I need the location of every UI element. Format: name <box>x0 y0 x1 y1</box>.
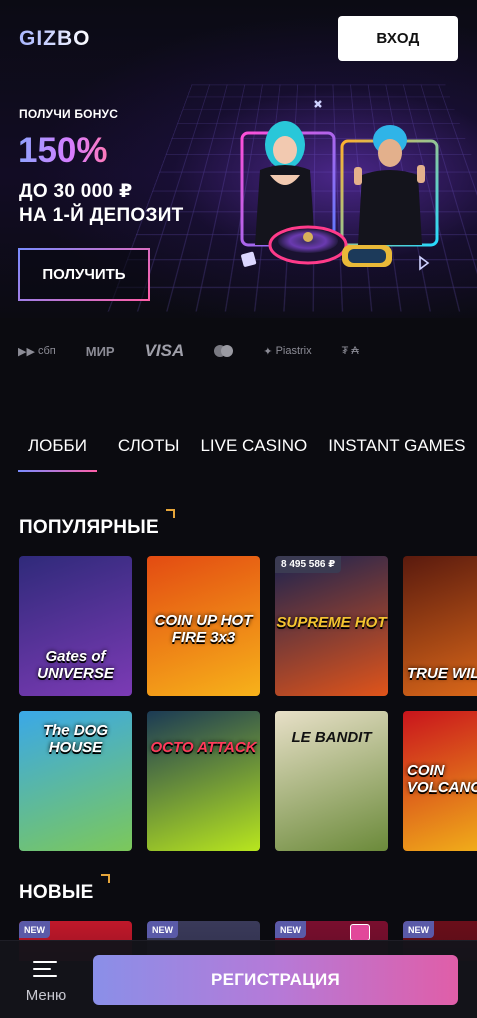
game-card[interactable]: OCTO ATTACK <box>147 711 260 851</box>
crypto-logo: ₮ ₳ <box>342 345 359 357</box>
game-title: COIN UP HOT FIRE 3x3 <box>147 612 260 646</box>
menu-label: Меню <box>18 987 74 1004</box>
gift-icon <box>350 924 370 941</box>
game-card[interactable]: Gates of UNIVERSE <box>19 556 132 696</box>
category-tabs: ЛОББИ СЛОТЫ LIVE CASINO INSTANT GAMES <box>0 430 477 475</box>
hero-illustration <box>230 95 450 290</box>
get-bonus-button[interactable]: ПОЛУЧИТЬ <box>18 248 150 301</box>
game-title: Gates of UNIVERSE <box>19 648 132 682</box>
game-card[interactable]: COIN UP HOT FIRE 3x3 <box>147 556 260 696</box>
bonus-condition: НА 1-Й ДЕПОЗИТ <box>19 205 184 227</box>
game-card[interactable]: The DOG HOUSE <box>19 711 132 851</box>
payment-methods-strip: ▶▶ сбп МИР VISA ✦ Piastrix ₮ ₳ <box>0 330 477 372</box>
visa-logo: VISA <box>145 341 185 361</box>
tab-lobby[interactable]: ЛОББИ <box>18 430 97 470</box>
game-card[interactable]: TRUE WILD <box>403 556 477 696</box>
tab-instant-games[interactable]: INSTANT GAMES <box>328 430 465 470</box>
site-logo[interactable]: GIZBO <box>19 27 91 51</box>
jackpot-badge: 8 495 586 ₽ <box>275 556 341 573</box>
corner-accent-icon <box>101 874 110 883</box>
game-title: LE BANDIT <box>275 729 388 746</box>
section-title-new: НОВЫЕ <box>19 882 94 904</box>
game-title: The DOG HOUSE <box>19 722 132 756</box>
popular-row-2: The DOG HOUSE OCTO ATTACK LE BANDIT COIN… <box>19 711 477 851</box>
popular-row-1: Gates of UNIVERSE COIN UP HOT FIRE 3x3 8… <box>19 556 477 696</box>
game-card[interactable]: 8 495 586 ₽ SUPREME HOT <box>275 556 388 696</box>
game-title: SUPREME HOT <box>275 614 388 631</box>
game-card[interactable]: COIN VOLCANO <box>403 711 477 851</box>
bonus-percent: 150% <box>18 131 108 171</box>
game-title: TRUE WILD <box>403 665 477 682</box>
new-badge: NEW <box>147 921 178 938</box>
menu-button[interactable]: Меню <box>18 957 74 1009</box>
bonus-amount: ДО 30 000 ₽ <box>19 180 133 203</box>
hero-banner: GIZBO ВХОД ПОЛУЧИ БОНУС 150% ДО 30 000 ₽… <box>0 0 477 318</box>
mastercard-logo <box>214 345 233 357</box>
new-badge: NEW <box>275 921 306 938</box>
corner-accent-icon <box>166 509 175 518</box>
section-title-popular: ПОПУЛЯРНЫЕ <box>19 517 159 539</box>
hamburger-icon <box>33 961 57 977</box>
game-title: OCTO ATTACK <box>147 739 260 756</box>
game-title: COIN VOLCANO <box>403 762 477 796</box>
sbp-logo: ▶▶ сбп <box>18 345 56 358</box>
mir-logo: МИР <box>86 344 115 359</box>
game-card[interactable]: LE BANDIT <box>275 711 388 851</box>
tab-live-casino[interactable]: LIVE CASINO <box>200 430 307 470</box>
register-button[interactable]: РЕГИСТРАЦИЯ <box>93 955 458 1005</box>
new-badge: NEW <box>403 921 434 938</box>
tab-slots[interactable]: СЛОТЫ <box>118 430 180 470</box>
new-badge: NEW <box>19 921 50 938</box>
piastrix-logo: ✦ Piastrix <box>263 345 311 358</box>
login-button[interactable]: ВХОД <box>338 16 458 61</box>
bonus-pretitle: ПОЛУЧИ БОНУС <box>19 107 118 121</box>
bottom-action-bar: Меню РЕГИСТРАЦИЯ <box>0 940 477 1018</box>
